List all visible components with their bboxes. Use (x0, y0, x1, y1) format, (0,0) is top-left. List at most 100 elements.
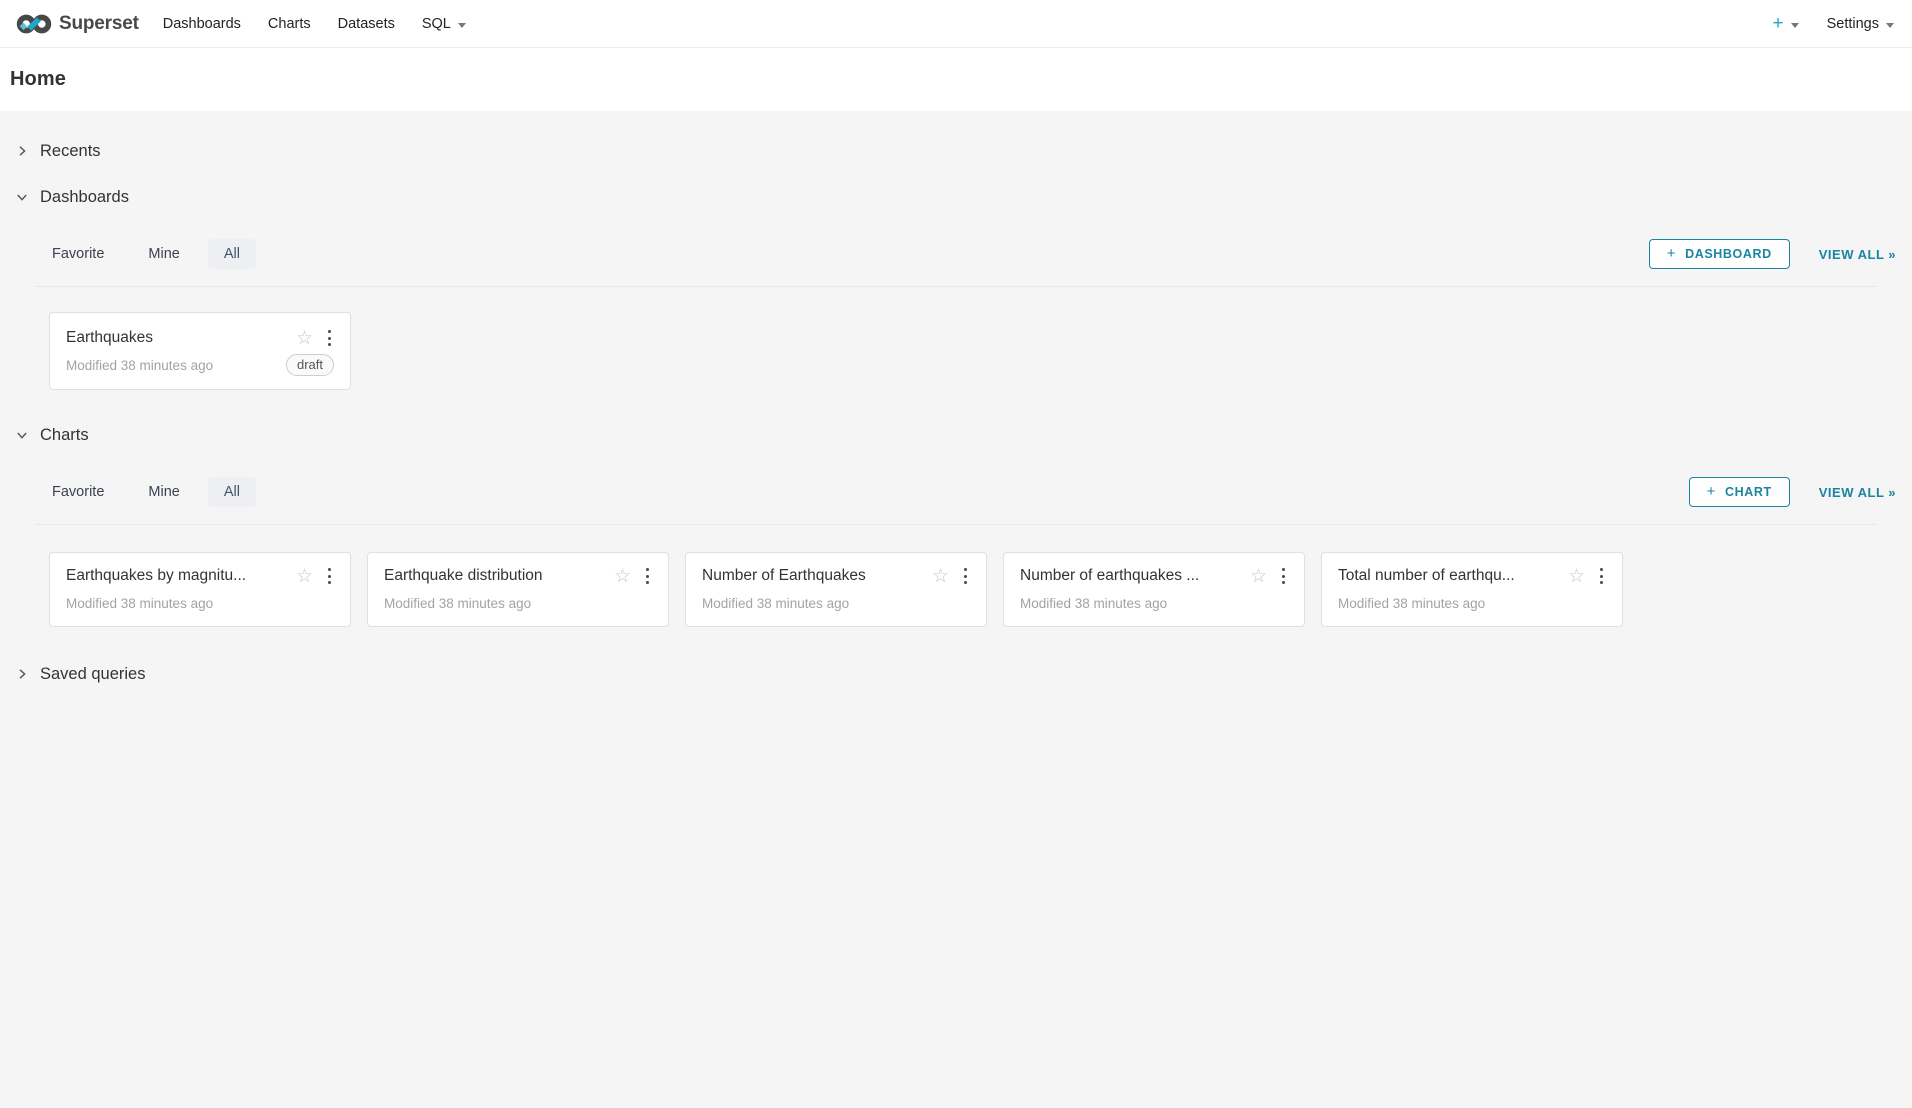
card-title[interactable]: Number of Earthquakes (702, 564, 924, 588)
dashboards-view-all-link[interactable]: VIEW ALL » (1819, 247, 1896, 262)
card-bottom: Modified 38 minutes ago (1338, 592, 1606, 614)
card-title[interactable]: Earthquakes (66, 326, 288, 350)
charts-tabs: Favorite Mine All (36, 477, 256, 507)
card-bottom: Modified 38 minutes ago (384, 592, 652, 614)
plus-icon: + (1772, 14, 1783, 33)
tab-all[interactable]: All (208, 477, 256, 507)
section-header-saved-queries[interactable]: Saved queries (16, 651, 1896, 697)
nav-item-sql[interactable]: SQL (422, 16, 466, 32)
chart-card[interactable]: Earthquake distribution ☆ Modified 38 mi… (367, 552, 669, 627)
card-title[interactable]: Number of earthquakes ... (1020, 564, 1242, 588)
superset-logo[interactable]: Superset (16, 12, 139, 36)
kebab-menu-icon[interactable] (325, 327, 334, 350)
dashboard-card-earthquakes[interactable]: Earthquakes ☆ Modified 38 minutes ago dr… (49, 312, 351, 390)
chart-card[interactable]: Earthquakes by magnitu... ☆ Modified 38 … (49, 552, 351, 627)
section-title: Dashboards (40, 188, 129, 207)
card-top: Total number of earthqu... ☆ (1338, 564, 1606, 588)
tab-favorite[interactable]: Favorite (36, 477, 120, 507)
card-top: Earthquakes ☆ (66, 326, 334, 350)
nav-item-label: SQL (422, 16, 451, 32)
caret-down-icon (458, 23, 466, 28)
dashboards-tabs: Favorite Mine All (36, 239, 256, 269)
charts-panel: Favorite Mine All + CHART VIEW ALL » Ear… (16, 472, 1896, 651)
charts-view-all-link[interactable]: VIEW ALL » (1819, 485, 1896, 500)
card-bottom: Modified 38 minutes ago (1020, 592, 1288, 614)
card-top: Earthquakes by magnitu... ☆ (66, 564, 334, 588)
kebab-menu-icon[interactable] (1279, 565, 1288, 588)
modified-text: Modified 38 minutes ago (384, 596, 652, 611)
page-title: Home (10, 68, 66, 91)
home-content: Recents Dashboards Favorite Mine All + D… (0, 111, 1912, 697)
favorite-star-icon[interactable]: ☆ (1250, 567, 1267, 586)
section-header-dashboards[interactable]: Dashboards (16, 174, 1896, 220)
caret-down-icon (1791, 23, 1799, 28)
chevron-right-icon (16, 668, 28, 680)
modified-text: Modified 38 minutes ago (66, 596, 334, 611)
chart-card[interactable]: Number of Earthquakes ☆ Modified 38 minu… (685, 552, 987, 627)
tab-favorite[interactable]: Favorite (36, 239, 120, 269)
favorite-star-icon[interactable]: ☆ (932, 567, 949, 586)
section-title: Charts (40, 426, 89, 445)
modified-text: Modified 38 minutes ago (1020, 596, 1288, 611)
caret-down-icon (1886, 23, 1894, 28)
card-top: Number of Earthquakes ☆ (702, 564, 970, 588)
section-title: Recents (40, 142, 101, 161)
card-bottom: Modified 38 minutes ago (66, 592, 334, 614)
nav-item-label: Charts (268, 16, 311, 32)
brand-name: Superset (59, 13, 139, 35)
card-top: Earthquake distribution ☆ (384, 564, 652, 588)
dashboards-card-row: Earthquakes ☆ Modified 38 minutes ago dr… (16, 287, 1896, 412)
dashboards-actions: + DASHBOARD VIEW ALL » (1649, 239, 1896, 269)
new-dashboard-button-label: DASHBOARD (1685, 247, 1772, 261)
favorite-star-icon[interactable]: ☆ (1568, 567, 1585, 586)
card-bottom: Modified 38 minutes ago (702, 592, 970, 614)
new-item-menu-button[interactable]: + (1772, 14, 1798, 33)
chart-card[interactable]: Total number of earthqu... ☆ Modified 38… (1321, 552, 1623, 627)
kebab-menu-icon[interactable] (325, 565, 334, 588)
plus-icon: + (1707, 484, 1716, 499)
settings-label: Settings (1827, 16, 1879, 32)
favorite-star-icon[interactable]: ☆ (296, 329, 313, 348)
section-header-charts[interactable]: Charts (16, 412, 1896, 458)
nav-item-label: Dashboards (163, 16, 241, 32)
charts-submenu: Favorite Mine All + CHART VIEW ALL » (36, 472, 1896, 512)
charts-card-row: Earthquakes by magnitu... ☆ Modified 38 … (16, 525, 1896, 651)
main-nav: Dashboards Charts Datasets SQL (163, 16, 466, 32)
plus-icon: + (1667, 246, 1676, 261)
superset-infinity-icon (16, 12, 52, 36)
card-title[interactable]: Earthquake distribution (384, 564, 606, 588)
favorite-star-icon[interactable]: ☆ (296, 567, 313, 586)
dashboards-submenu: Favorite Mine All + DASHBOARD VIEW ALL » (36, 234, 1896, 274)
modified-text: Modified 38 minutes ago (66, 358, 286, 373)
tab-mine[interactable]: Mine (132, 239, 195, 269)
kebab-menu-icon[interactable] (961, 565, 970, 588)
chevron-down-icon (16, 429, 28, 441)
charts-actions: + CHART VIEW ALL » (1689, 477, 1896, 507)
card-title[interactable]: Earthquakes by magnitu... (66, 564, 288, 588)
tab-mine[interactable]: Mine (132, 477, 195, 507)
chevron-right-icon (16, 145, 28, 157)
nav-item-datasets[interactable]: Datasets (338, 16, 395, 32)
kebab-menu-icon[interactable] (643, 565, 652, 588)
nav-item-charts[interactable]: Charts (268, 16, 311, 32)
card-bottom: Modified 38 minutes ago draft (66, 354, 334, 376)
draft-status-badge: draft (286, 354, 334, 376)
card-top: Number of earthquakes ... ☆ (1020, 564, 1288, 588)
chart-card[interactable]: Number of earthquakes ... ☆ Modified 38 … (1003, 552, 1305, 627)
dashboards-panel: Favorite Mine All + DASHBOARD VIEW ALL »… (16, 234, 1896, 412)
new-chart-button[interactable]: + CHART (1689, 477, 1790, 507)
new-dashboard-button[interactable]: + DASHBOARD (1649, 239, 1790, 269)
kebab-menu-icon[interactable] (1597, 565, 1606, 588)
section-title: Saved queries (40, 665, 146, 684)
settings-menu-button[interactable]: Settings (1827, 16, 1894, 32)
modified-text: Modified 38 minutes ago (702, 596, 970, 611)
nav-item-label: Datasets (338, 16, 395, 32)
page-header: Home (0, 48, 1912, 111)
tab-all[interactable]: All (208, 239, 256, 269)
card-title[interactable]: Total number of earthqu... (1338, 564, 1560, 588)
navbar: Superset Dashboards Charts Datasets SQL … (0, 0, 1912, 48)
section-header-recents[interactable]: Recents (16, 128, 1896, 174)
nav-item-dashboards[interactable]: Dashboards (163, 16, 241, 32)
navbar-right: + Settings (1772, 14, 1896, 33)
favorite-star-icon[interactable]: ☆ (614, 567, 631, 586)
